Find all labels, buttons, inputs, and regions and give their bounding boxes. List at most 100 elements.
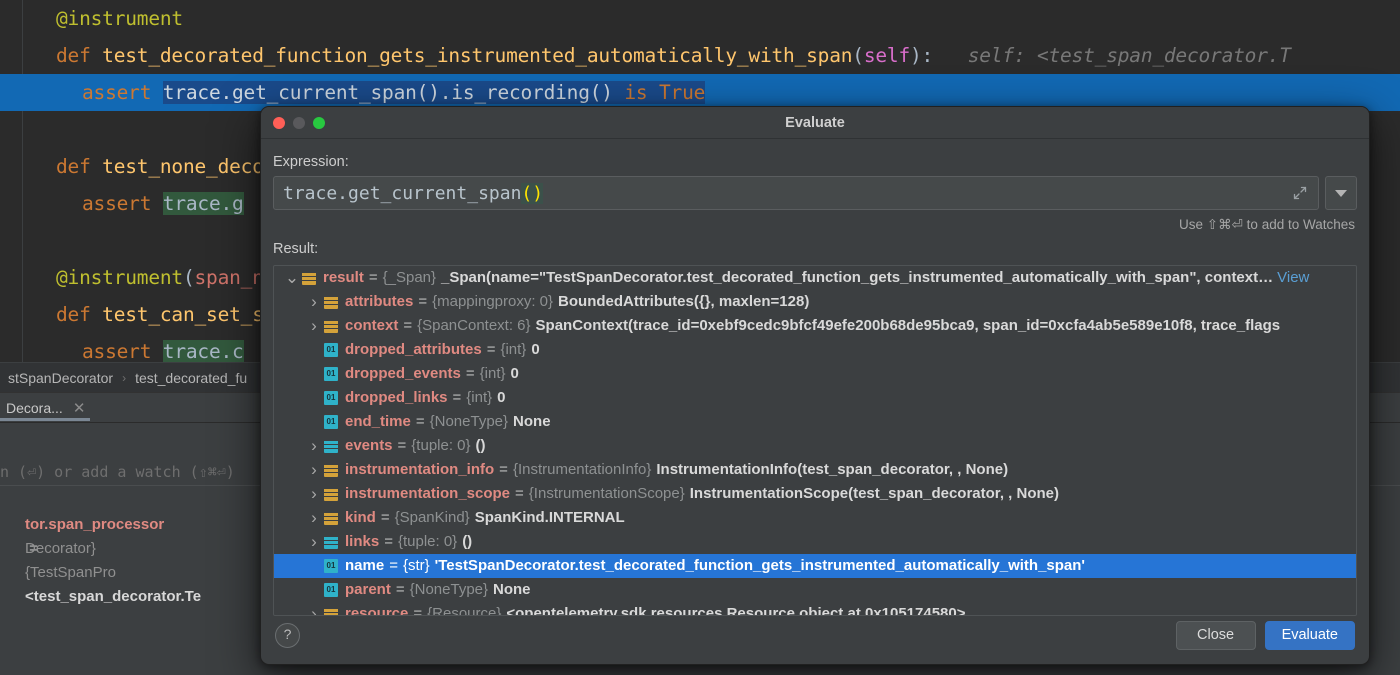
variable-type: {int}: [500, 341, 527, 358]
dialog-titlebar[interactable]: Evaluate: [261, 107, 1369, 139]
tree-row[interactable]: 01 end_time = {NoneType} None: [274, 410, 1356, 434]
variable-value: _Span(name="TestSpanDecorator.test_decor…: [441, 269, 1274, 286]
object-value-icon: [324, 295, 338, 309]
variable-name: context: [345, 317, 399, 334]
variable-value: 'TestSpanDecorator.test_decorated_functi…: [434, 557, 1086, 574]
help-button[interactable]: ?: [275, 622, 300, 648]
variable-name: events: [345, 437, 393, 454]
variable-name: dropped_events: [345, 365, 461, 382]
equals-sign: =: [384, 533, 393, 550]
variable-type: {mappingproxy: 0}: [432, 293, 554, 310]
variable-value: None: [513, 413, 551, 430]
chevron-down-icon[interactable]: ⌄: [282, 269, 302, 286]
tree-row[interactable]: ⌄ result = {_Span} _Span(name="TestSpanDecor…: [274, 266, 1356, 290]
dialog-footer: ? Close Evaluate: [261, 606, 1369, 664]
close-icon[interactable]: ✕: [73, 399, 86, 417]
expression-row: trace.get_current_span(): [273, 176, 1357, 210]
tree-row[interactable]: › events = {tuple: 0}(): [274, 434, 1356, 458]
variable-type: {SpanContext: 6}: [417, 317, 531, 334]
variable-name: instrumentation_info: [345, 461, 495, 478]
tree-row[interactable]: 01 dropped_events = {int} 0: [274, 362, 1356, 386]
object-value-icon: [324, 511, 338, 525]
primitive-value-icon: 01: [324, 583, 338, 597]
close-button[interactable]: Close: [1175, 620, 1256, 650]
expression-label: Expression:: [273, 154, 349, 170]
variable-value: 0: [531, 341, 540, 358]
variable-name: links: [345, 533, 380, 550]
dialog-body: Expression: trace.get_current_span() Use…: [261, 154, 1369, 616]
variable-value: SpanKind.INTERNAL: [474, 509, 625, 526]
breadcrumb-item-method[interactable]: test_decorated_fu: [135, 370, 247, 386]
equals-sign: =: [415, 413, 425, 430]
object-value-icon: [324, 487, 338, 501]
tree-row[interactable]: 01 dropped_links = {int} 0: [274, 386, 1356, 410]
equals-sign: =: [389, 557, 398, 574]
expression-input[interactable]: trace.get_current_span(): [273, 176, 1319, 210]
evaluate-button[interactable]: Evaluate: [1264, 620, 1355, 650]
tree-row[interactable]: › kind = {SpanKind} SpanKind.INTERNAL: [274, 506, 1356, 530]
equals-sign: =: [368, 269, 378, 286]
variable-value: 0: [510, 365, 519, 382]
variable-type: {str}: [402, 557, 430, 574]
variable-value: BoundedAttributes({}, maxlen=128): [558, 293, 810, 310]
chevron-right-icon[interactable]: ›: [304, 290, 324, 314]
equals-sign: =: [465, 365, 475, 382]
variable-name: end_time: [345, 413, 411, 430]
result-tree[interactable]: ⌄ result = {_Span} _Span(name="TestSpanDecor…: [274, 266, 1356, 615]
expand-icon[interactable]: [1292, 185, 1308, 201]
variable-value: SpanContext(trace_id=0xebf9cedc9bfcf49ef…: [535, 317, 1281, 334]
variable-name: result: [323, 269, 364, 286]
chevron-down-icon: [1335, 189, 1347, 197]
chevron-right-icon[interactable]: ›: [304, 506, 324, 530]
equals-sign: =: [499, 461, 508, 478]
tab-label[interactable]: Decora...: [6, 400, 63, 416]
variable-type: Decorator}: [25, 540, 96, 557]
tree-row[interactable]: › attributes = {mappingproxy: 0} BoundedAttr…: [274, 290, 1356, 314]
sequence-value-icon: [324, 439, 338, 453]
primitive-value-icon: 01: [324, 391, 338, 405]
variable-type: {int}: [479, 365, 506, 382]
object-value-icon: [324, 319, 338, 333]
variable-type: {NoneType}: [429, 413, 509, 430]
tree-row[interactable]: 01 name = {str} 'TestSpanDecorator.test_deco…: [274, 554, 1356, 578]
primitive-value-icon: 01: [324, 415, 338, 429]
equals-sign: =: [418, 293, 428, 310]
expression-text: trace.get_current_span: [283, 182, 522, 204]
variable-type: {tuple: 0}: [397, 533, 458, 550]
variable-value: InstrumentationScope(test_span_decorator…: [689, 485, 1059, 502]
variable-name: attributes: [345, 293, 414, 310]
dialog-title: Evaluate: [785, 114, 845, 131]
tree-row[interactable]: 01 parent = {NoneType} None: [274, 578, 1356, 602]
result-label: Result:: [273, 241, 319, 257]
variable-type: {TestSpanPro: [25, 564, 116, 581]
tree-row[interactable]: › instrumentation_info = {InstrumentationIn…: [274, 458, 1356, 482]
expression-history-dropdown[interactable]: [1325, 176, 1357, 210]
chevron-right-icon[interactable]: ›: [304, 530, 324, 554]
view-link[interactable]: View: [1273, 266, 1309, 290]
variable-type: {InstrumentationScope}: [528, 485, 685, 502]
object-value-icon: [324, 463, 338, 477]
evaluate-dialog[interactable]: Evaluate Expression: trace.get_current_s…: [260, 106, 1370, 665]
equals-sign: =: [403, 317, 413, 334]
chevron-right-icon[interactable]: ›: [304, 458, 324, 482]
chevron-right-icon[interactable]: ›: [304, 482, 324, 506]
tree-row[interactable]: › instrumentation_scope = {InstrumentationS…: [274, 482, 1356, 506]
tree-row[interactable]: › links = {tuple: 0}(): [274, 530, 1356, 554]
tree-row[interactable]: › context = {SpanContext: 6} SpanContext(tra…: [274, 314, 1356, 338]
breadcrumb-item-class[interactable]: stSpanDecorator: [8, 370, 113, 386]
variable-name: dropped_attributes: [345, 341, 482, 358]
chevron-right-icon[interactable]: ›: [304, 434, 324, 458]
primitive-value-icon: 01: [324, 559, 338, 573]
chevron-right-icon[interactable]: ›: [304, 314, 324, 338]
variable-type: {int}: [466, 389, 493, 406]
tree-row[interactable]: 01 dropped_attributes = {int} 0: [274, 338, 1356, 362]
primitive-value-icon: 01: [324, 367, 338, 381]
code-line: @instrument: [56, 7, 183, 30]
equals-sign: =: [380, 509, 390, 526]
variable-type: {SpanKind}: [394, 509, 470, 526]
equals-sign: =: [486, 341, 496, 358]
variable-name: parent: [345, 581, 391, 598]
primitive-value-icon: 01: [324, 343, 338, 357]
result-tree-panel[interactable]: ⌄ result = {_Span} _Span(name="TestSpanDecor…: [273, 265, 1357, 616]
equals-sign: =: [515, 485, 524, 502]
